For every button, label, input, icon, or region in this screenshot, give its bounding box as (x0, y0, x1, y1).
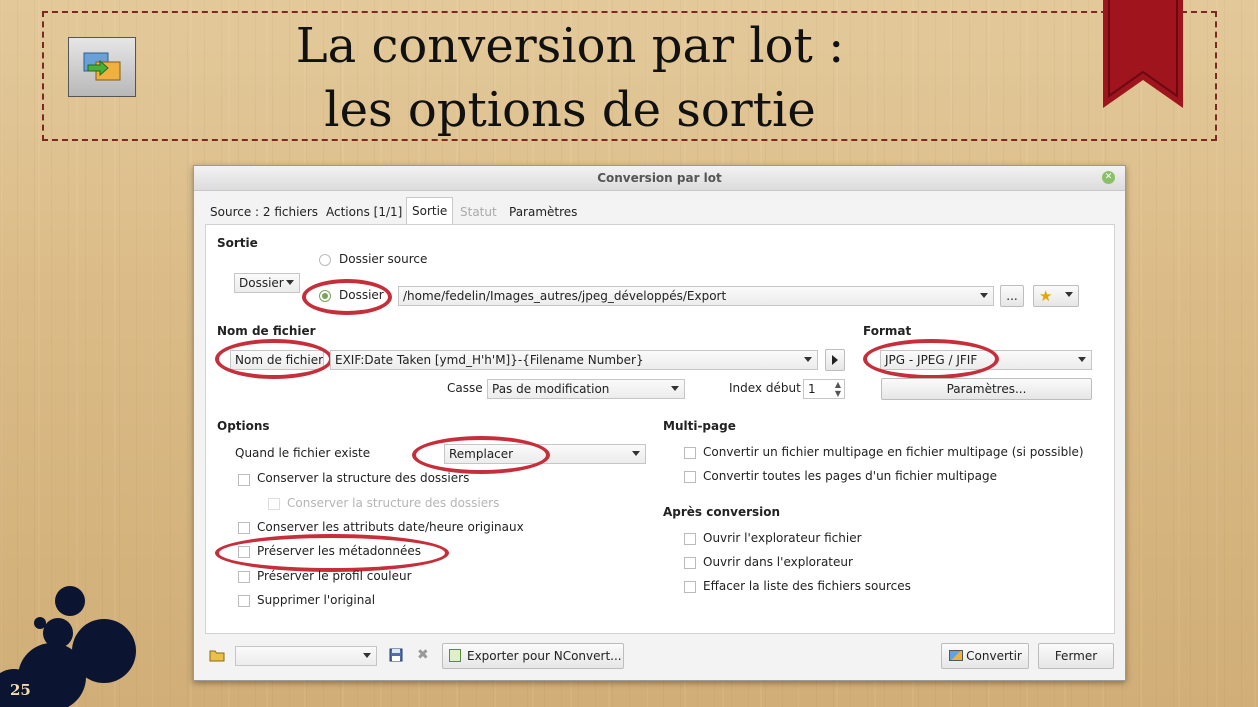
checkbox-convert-all-pages[interactable] (684, 471, 696, 483)
format-params-button[interactable]: Paramètres... (881, 378, 1092, 400)
section-filename-label: Nom de fichier (217, 324, 316, 338)
keep-folder-structure-sub-label: Conserver la structure des dossiers (287, 496, 500, 510)
star-icon: ★ (1039, 287, 1053, 305)
file-exists-value: Remplacer (449, 447, 514, 461)
open-file-explorer-label: Ouvrir l'explorateur fichier (703, 531, 862, 545)
checkbox-keep-date-attributes[interactable] (238, 522, 250, 534)
index-start-label: Index début (729, 381, 801, 395)
checkbox-clear-source-list[interactable] (684, 581, 696, 593)
checkbox-keep-folder-structure-sub[interactable] (268, 498, 280, 510)
output-folder-path[interactable]: /home/fedelin/Images_autres/jpeg_dévelop… (398, 286, 994, 306)
delete-original-label: Supprimer l'original (257, 593, 376, 607)
format-value: JPG - JPEG / JFIF (885, 353, 978, 367)
bookmark-ribbon (1103, 0, 1183, 108)
batch-conversion-dialog: Conversion par lot ✕ Source : 2 fichiers… (193, 165, 1126, 681)
case-value: Pas de modification (492, 382, 610, 396)
chevron-down-icon (671, 386, 679, 391)
index-start-value: 1 (808, 382, 816, 396)
convert-all-pages-label: Convertir toutes les pages d'un fichier … (703, 469, 997, 483)
slide-title: La conversion par lot : les options de s… (250, 14, 890, 142)
dialog-titlebar: Conversion par lot ✕ (194, 166, 1125, 191)
filename-pattern-input[interactable]: EXIF:Date Taken [ymd_H'h'M]}-{Filename N… (330, 350, 818, 370)
chevron-down-icon (363, 653, 371, 658)
filename-pattern-value: EXIF:Date Taken [ymd_H'h'M]}-{Filename N… (335, 353, 644, 367)
chevron-down-icon (804, 357, 812, 362)
tab-parametres[interactable]: Paramètres (509, 200, 577, 224)
keep-date-attributes-label: Conserver les attributs date/heure origi… (257, 520, 524, 534)
preserve-metadata-label: Préserver les métadonnées (257, 544, 421, 558)
play-icon (832, 355, 838, 365)
section-after-conversion-label: Après conversion (663, 505, 781, 519)
batch-convert-icon (68, 37, 136, 97)
convert-label: Convertir (966, 649, 1022, 663)
clear-source-list-label: Effacer la liste des fichiers sources (703, 579, 911, 593)
index-start-stepper[interactable]: 1 ▲ ▼ (803, 379, 845, 399)
checkbox-delete-original[interactable] (238, 595, 250, 607)
export-icon (449, 649, 461, 662)
filename-mode-value: Nom de fichier (235, 353, 324, 367)
favorites-button[interactable]: ★ (1033, 285, 1079, 307)
page-number: 25 (10, 681, 31, 699)
browse-button[interactable]: ... (1000, 285, 1024, 307)
delete-icon[interactable]: ✖ (417, 647, 429, 663)
keep-folder-structure-label: Conserver la structure des dossiers (257, 471, 470, 485)
close-icon[interactable]: ✕ (1102, 171, 1115, 184)
case-select[interactable]: Pas de modification (487, 379, 685, 399)
file-exists-select[interactable]: Remplacer (444, 444, 646, 464)
section-sortie-label: Sortie (217, 236, 258, 250)
preserve-color-profile-label: Préserver le profil couleur (257, 569, 412, 583)
output-mode-select[interactable]: Dossier (234, 273, 300, 293)
chevron-down-icon (1078, 357, 1086, 362)
checkbox-preserve-metadata[interactable] (238, 546, 250, 558)
dialog-title: Conversion par lot (597, 171, 722, 185)
chevron-down-icon (632, 451, 640, 456)
multipage-to-multipage-label: Convertir un fichier multipage en fichie… (703, 445, 1084, 459)
filename-mode-select[interactable]: Nom de fichier (230, 350, 324, 370)
chevron-down-icon (980, 293, 988, 298)
close-button[interactable]: Fermer (1038, 643, 1114, 669)
radio-dossier[interactable] (319, 290, 331, 302)
radio-dossier-source-label: Dossier source (339, 252, 428, 266)
slide-title-line2: les options de sortie (324, 82, 816, 138)
slide-title-line1: La conversion par lot : (295, 18, 845, 74)
checkbox-keep-folder-structure[interactable] (238, 474, 250, 486)
output-mode-value: Dossier (239, 276, 284, 290)
tab-actions[interactable]: Actions [1/1] (326, 200, 402, 224)
chevron-down-icon (286, 280, 294, 285)
tab-source[interactable]: Source : 2 fichiers (210, 200, 318, 224)
dialog-bottom-bar: ✖ Exporter pour NConvert... Convertir Fe… (194, 636, 1125, 680)
radio-dossier-label: Dossier (339, 288, 384, 302)
folder-icon[interactable] (209, 648, 225, 665)
file-exists-label: Quand le fichier existe (235, 446, 371, 460)
preset-select[interactable] (235, 646, 377, 666)
section-multipage-label: Multi-page (663, 419, 736, 433)
sortie-panel: Sortie Dossier source Dossier Dossier /h… (205, 224, 1115, 634)
convert-icon (949, 650, 963, 661)
section-format-label: Format (863, 324, 912, 338)
export-nconvert-button[interactable]: Exporter pour NConvert... (442, 643, 624, 669)
insert-tag-button[interactable] (825, 349, 845, 371)
stepper-arrows-icon[interactable]: ▲ ▼ (835, 380, 841, 398)
checkbox-open-in-explorer[interactable] (684, 557, 696, 569)
case-label: Casse (447, 381, 483, 395)
open-in-explorer-label: Ouvrir dans l'explorateur (703, 555, 853, 569)
output-folder-path-value: /home/fedelin/Images_autres/jpeg_dévelop… (403, 289, 727, 303)
convert-button[interactable]: Convertir (941, 643, 1029, 669)
checkbox-preserve-color-profile[interactable] (238, 571, 250, 583)
tab-statut[interactable]: Statut (460, 200, 497, 224)
format-select[interactable]: JPG - JPEG / JFIF (880, 350, 1092, 370)
radio-dossier-source[interactable] (319, 254, 331, 266)
export-nconvert-label: Exporter pour NConvert... (467, 649, 622, 663)
checkbox-open-file-explorer[interactable] (684, 533, 696, 545)
tab-sortie[interactable]: Sortie (406, 197, 454, 225)
chevron-down-icon (1065, 292, 1073, 297)
checkbox-multipage-to-multipage[interactable] (684, 447, 696, 459)
save-icon[interactable] (389, 648, 403, 665)
section-options-label: Options (217, 419, 270, 433)
